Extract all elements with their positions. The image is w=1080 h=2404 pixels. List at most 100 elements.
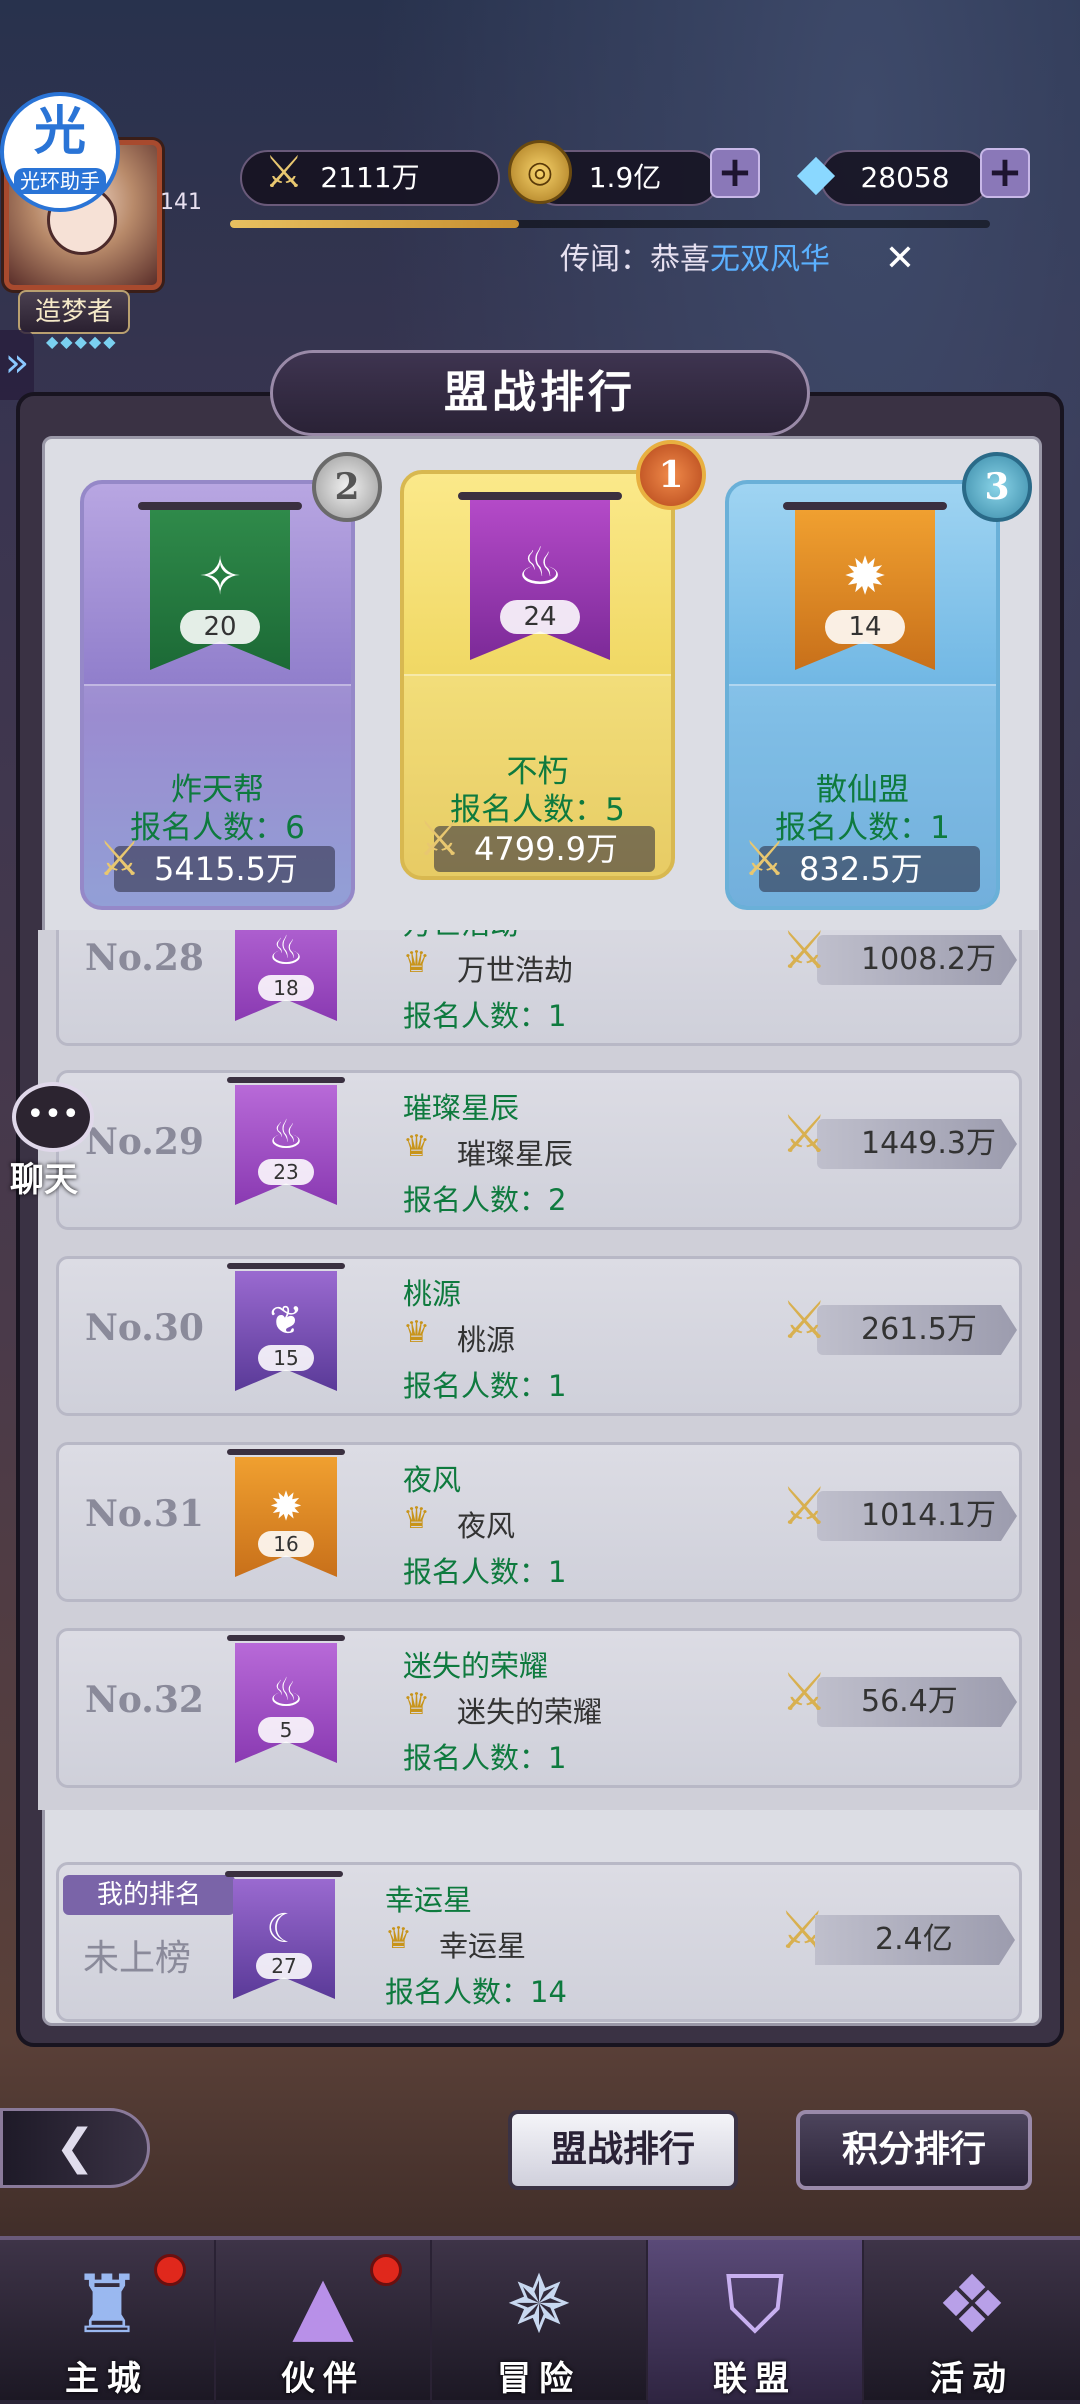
my-rank-status: 未上榜: [83, 1938, 192, 1979]
silver-medal-icon: 2: [312, 452, 382, 522]
my-rank-tag: 我的排名: [63, 1875, 235, 1915]
guild-power-value: 1449.3万: [817, 1119, 1017, 1169]
shield-icon: ⛉: [725, 2258, 785, 2351]
list-item[interactable]: No.32 ♨ 5 迷失的荣耀 ♛ 迷失的荣耀 报名人数：1 56.4万 ⚔: [56, 1628, 1022, 1788]
chat-label: 聊天: [10, 1160, 78, 1200]
chat-button[interactable]: ••• 聊天: [0, 1082, 100, 1200]
list-item[interactable]: No.31 ✹ 16 夜风 ♛ 夜风 报名人数：1 1014.1万 ⚔: [56, 1442, 1022, 1602]
top-bar: 光 光环助手 141 造梦者 ◆◆◆◆◆ 2111万 ⚔ 1.9亿 ◎ + 28…: [0, 92, 1080, 351]
member-count: 报名人数：1: [403, 1555, 567, 1589]
helper-badge[interactable]: 光 光环助手: [0, 92, 120, 212]
sword-icon: ⚔: [418, 811, 462, 867]
side-menu-arrow-icon[interactable]: »: [0, 330, 34, 400]
guild-power: ⚔ 5415.5万: [98, 835, 335, 892]
nav-item-adventure[interactable]: ✵ 冒险: [432, 2240, 648, 2404]
guild-banner: ☾ 27: [225, 1871, 343, 1999]
tab-battle-ranking[interactable]: 盟战排行: [508, 2110, 738, 2190]
leader-name: 夜风: [457, 1509, 516, 1543]
rank-number: No.30: [85, 1307, 204, 1349]
add-gold-button[interactable]: +: [710, 148, 760, 198]
leader-name: 桃源: [457, 1323, 516, 1357]
member-count: 报名人数：14: [385, 1975, 567, 2009]
tab-points-ranking[interactable]: 积分排行: [796, 2110, 1032, 2190]
list-item[interactable]: No.29 ♨ 23 璀璨星辰 ♛ 璀璨星辰 报名人数：2 1449.3万 ⚔: [56, 1070, 1022, 1230]
chat-bubble-icon: •••: [12, 1082, 94, 1152]
guild-level: 5: [258, 1717, 314, 1743]
guild-emblem-icon: ❦: [269, 1298, 303, 1345]
sword-icon: ⚔: [264, 146, 304, 198]
xp-bar: [230, 220, 990, 228]
guild-level: 24: [500, 600, 580, 634]
guild-banner: ♨ 5: [227, 1635, 345, 1763]
bronze-medal-icon: 3: [962, 452, 1032, 522]
guild-power-value: 261.5万: [817, 1305, 1017, 1355]
sword-icon: ⚔: [781, 1291, 828, 1351]
notification-dot: [154, 2254, 186, 2286]
rank-number: No.32: [85, 1679, 204, 1721]
banner-pole: [227, 1449, 345, 1455]
banner-pole: [225, 1871, 343, 1877]
member-count: 报名人数：1: [403, 1369, 567, 1403]
list-item[interactable]: No.28 ♨ 18 万世浩劫 ♛ 万世浩劫 报名人数：1 1008.2万 ⚔: [56, 930, 1022, 1046]
guild-power-value: 4799.9万: [474, 830, 618, 868]
crown-icon: ♛: [403, 945, 430, 980]
news-highlight: 无双风华: [710, 242, 830, 277]
sword-icon: ⚔: [781, 1477, 828, 1537]
castle-icon: ♜: [71, 2258, 143, 2351]
back-arrow-icon[interactable]: ❮: [0, 2108, 150, 2188]
guild-emblem-icon: ✹: [269, 1484, 303, 1531]
guild-emblem-icon: ♨: [268, 1670, 304, 1717]
cards-icon: ❖: [936, 2258, 1008, 2351]
guild-power-value: 2.4亿: [815, 1915, 1015, 1965]
guild-name: 桃源: [403, 1277, 462, 1311]
guild-power-value: 1008.2万: [817, 935, 1017, 985]
player-level: 141: [160, 190, 202, 215]
podium-card-rank-2[interactable]: ✧ 20 炸天帮 报名人数：6 ⚔ 5415.5万: [80, 480, 355, 910]
nav-item-events[interactable]: ❖ 活动: [864, 2240, 1080, 2404]
guild-power-value: 832.5万: [799, 850, 923, 888]
banner-pole: [138, 502, 302, 510]
crown-icon: ♛: [403, 1129, 430, 1164]
leader-name: 璀璨星辰: [457, 1137, 574, 1171]
guild-emblem-icon: ♨: [516, 537, 564, 598]
nav-item-partners[interactable]: ▲ 伙伴: [216, 2240, 432, 2404]
podium-card-rank-3[interactable]: ✹ 14 散仙盟 报名人数：1 ⚔ 832.5万: [725, 480, 1000, 910]
nav-label: 联盟: [713, 2359, 797, 2399]
list-item[interactable]: No.30 ❦ 15 桃源 ♛ 桃源 报名人数：1 261.5万 ⚔: [56, 1256, 1022, 1416]
helper-label: 光环助手: [14, 168, 106, 194]
diamond-icon: ◆: [796, 143, 836, 201]
sword-icon: ⚔: [781, 1663, 828, 1723]
nav-label: 伙伴: [281, 2359, 365, 2399]
guild-name: 璀璨星辰: [403, 1091, 520, 1125]
sword-icon: ⚔: [781, 930, 828, 981]
guild-name: 万世浩劫: [403, 930, 519, 943]
guild-power-value: 56.4万: [817, 1677, 1017, 1727]
banner-pole: [227, 1263, 345, 1269]
banner-pole: [227, 1635, 345, 1641]
xp-fill: [230, 220, 519, 228]
compass-icon: ✵: [505, 2258, 573, 2351]
guild-power-value: 1014.1万: [817, 1491, 1017, 1541]
page-title: 盟战排行: [270, 350, 810, 436]
close-icon[interactable]: ✕: [878, 237, 922, 281]
guild-level: 20: [180, 610, 260, 644]
guild-emblem-icon: ☾: [266, 1906, 302, 1953]
rank-number: No.28: [85, 937, 204, 979]
guild-power: ⚔ 4799.9万: [418, 815, 655, 872]
crown-icon: ♛: [403, 1687, 430, 1722]
banner-pole: [227, 1077, 345, 1083]
nav-label: 冒险: [497, 2359, 581, 2399]
member-count: 报名人数：2: [403, 1183, 567, 1217]
add-diamond-button[interactable]: +: [980, 148, 1030, 198]
guild-banner: ♨ 24: [458, 492, 622, 660]
leader-name: 迷失的荣耀: [457, 1695, 603, 1729]
nav-label: 主城: [65, 2359, 149, 2399]
leader-name: 幸运星: [439, 1929, 527, 1963]
nav-item-alliance[interactable]: ⛉ 联盟: [648, 2240, 864, 2404]
ranking-list[interactable]: No.28 ♨ 18 万世浩劫 ♛ 万世浩劫 报名人数：1 1008.2万 ⚔ …: [38, 930, 1038, 1810]
podium-card-rank-1[interactable]: ♨ 24 不朽 报名人数：5 ⚔ 4799.9万: [400, 470, 675, 880]
guild-level: 16: [258, 1531, 314, 1557]
my-rank-row[interactable]: 我的排名 未上榜 ☾ 27 幸运星 ♛ 幸运星 报名人数：14 ⚔ 2.4亿: [56, 1862, 1022, 2022]
guild-banner: ✧ 20: [138, 502, 302, 670]
nav-item-main-city[interactable]: ♜ 主城: [0, 2240, 216, 2404]
